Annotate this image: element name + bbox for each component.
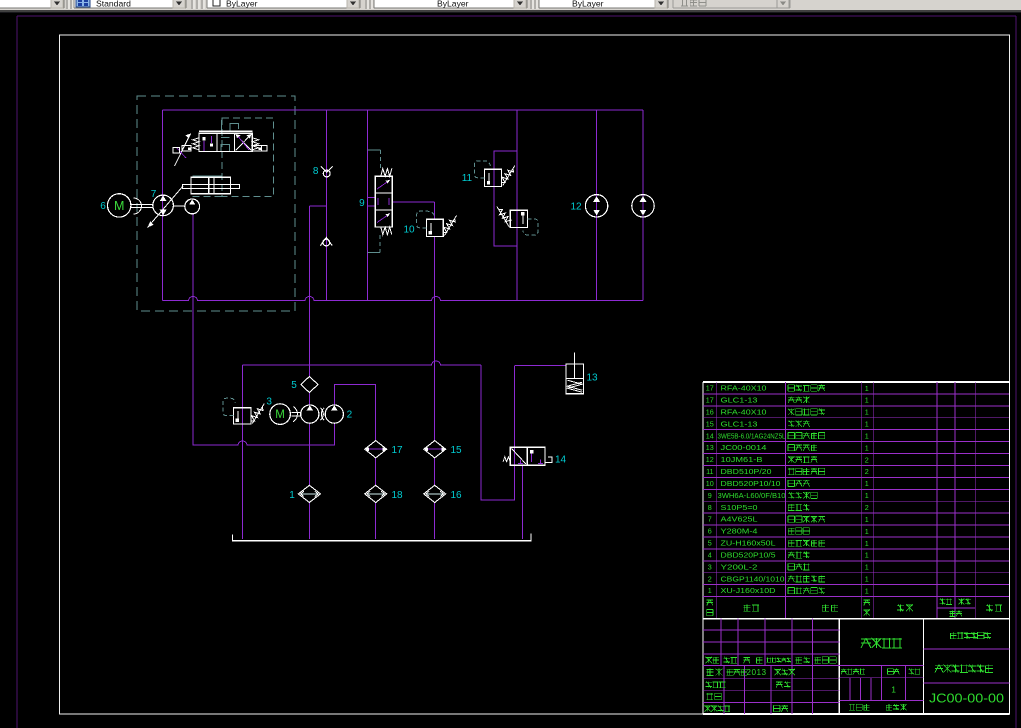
svg-text:11: 11	[706, 467, 713, 476]
svg-text:1: 1	[865, 551, 869, 560]
svg-text:1: 1	[865, 563, 869, 572]
svg-text:13: 13	[706, 443, 714, 452]
svg-text:DBD520P10/5: DBD520P10/5	[721, 552, 776, 559]
svg-text:6: 6	[100, 201, 106, 212]
svg-text:2: 2	[708, 574, 712, 583]
svg-text:1: 1	[289, 490, 295, 501]
svg-text:10: 10	[706, 479, 714, 488]
svg-text:M: M	[275, 409, 285, 421]
svg-text:ByLayer: ByLayer	[572, 0, 604, 9]
svg-text:ByLayer: ByLayer	[226, 0, 258, 9]
svg-text:RFA-40X10: RFA-40X10	[721, 386, 767, 393]
svg-text:GLC1-13: GLC1-13	[721, 397, 758, 404]
svg-text:3: 3	[266, 396, 272, 407]
svg-text:9: 9	[708, 491, 712, 500]
svg-text:10: 10	[403, 224, 415, 235]
svg-text:3WE5B-6.0/1AG24NZ5L: 3WE5B-6.0/1AG24NZ5L	[718, 433, 786, 440]
svg-text:11: 11	[462, 173, 473, 184]
svg-text:8: 8	[313, 166, 319, 177]
svg-text:ByLayer: ByLayer	[437, 0, 469, 9]
svg-text:M: M	[114, 199, 124, 213]
svg-text:2: 2	[347, 410, 353, 421]
svg-text:Standard: Standard	[96, 0, 131, 9]
svg-text:Y280M-4: Y280M-4	[721, 529, 758, 536]
svg-text:1: 1	[865, 491, 869, 500]
svg-text:3: 3	[708, 562, 712, 571]
svg-text:2: 2	[865, 455, 869, 464]
svg-text:5: 5	[291, 380, 297, 391]
svg-text:6: 6	[708, 527, 712, 536]
svg-text:CBGP1140/1010: CBGP1140/1010	[721, 576, 785, 583]
svg-text:1: 1	[865, 479, 869, 488]
svg-text:1: 1	[865, 515, 869, 524]
svg-text:1: 1	[865, 575, 869, 584]
svg-text:1: 1	[865, 443, 869, 452]
svg-text:JC00-00-00: JC00-00-00	[929, 691, 1004, 706]
svg-text:9: 9	[359, 198, 365, 209]
svg-text:8: 8	[708, 503, 712, 512]
svg-text:Y200L-2: Y200L-2	[721, 564, 758, 571]
svg-text:17: 17	[392, 445, 404, 456]
svg-text:DBD520P10/10: DBD520P10/10	[721, 481, 781, 488]
svg-text:1: 1	[708, 586, 712, 595]
svg-text:13: 13	[587, 372, 599, 383]
svg-text:10JM61-B: 10JM61-B	[721, 457, 763, 464]
svg-text:1: 1	[865, 527, 869, 536]
svg-text:16: 16	[706, 407, 714, 416]
svg-text:16: 16	[451, 490, 463, 501]
svg-text:3WH6A-L60/0F/B10: 3WH6A-L60/0F/B10	[718, 493, 786, 500]
svg-text:18: 18	[392, 490, 404, 501]
svg-text:2013: 2013	[746, 668, 766, 677]
svg-text:7: 7	[708, 515, 712, 524]
svg-text:A4V625L: A4V625L	[721, 517, 758, 524]
svg-text:14: 14	[706, 431, 714, 440]
svg-text:1: 1	[865, 539, 869, 548]
svg-text:7: 7	[151, 189, 157, 200]
svg-text:1: 1	[865, 384, 869, 393]
svg-text:14: 14	[555, 454, 567, 465]
svg-text:17: 17	[706, 384, 714, 393]
svg-text:4: 4	[708, 550, 712, 559]
svg-text:15: 15	[706, 419, 714, 428]
svg-text:15: 15	[451, 445, 463, 456]
svg-text:1: 1	[865, 586, 869, 595]
svg-text:JC00-0014: JC00-0014	[721, 445, 767, 452]
svg-text:12: 12	[570, 201, 582, 212]
svg-text:2: 2	[865, 503, 869, 512]
svg-text:12: 12	[706, 455, 714, 464]
svg-text:1: 1	[865, 431, 869, 440]
svg-text:2: 2	[865, 467, 869, 476]
svg-text:S10P5=0: S10P5=0	[721, 505, 758, 512]
svg-text:17: 17	[706, 395, 714, 404]
svg-text:1: 1	[865, 408, 869, 417]
svg-text:RFA-40X10: RFA-40X10	[721, 409, 767, 416]
svg-text:5: 5	[708, 539, 712, 548]
svg-text:GLC1-13: GLC1-13	[721, 421, 758, 428]
svg-text:1: 1	[891, 684, 896, 694]
svg-text:XU-J160x10D: XU-J160x10D	[721, 588, 776, 595]
svg-text:1: 1	[865, 420, 869, 429]
svg-text:1: 1	[865, 396, 869, 405]
svg-text:DBD510P/20: DBD510P/20	[721, 469, 772, 476]
svg-text:ZU-H160x50L: ZU-H160x50L	[721, 541, 776, 548]
